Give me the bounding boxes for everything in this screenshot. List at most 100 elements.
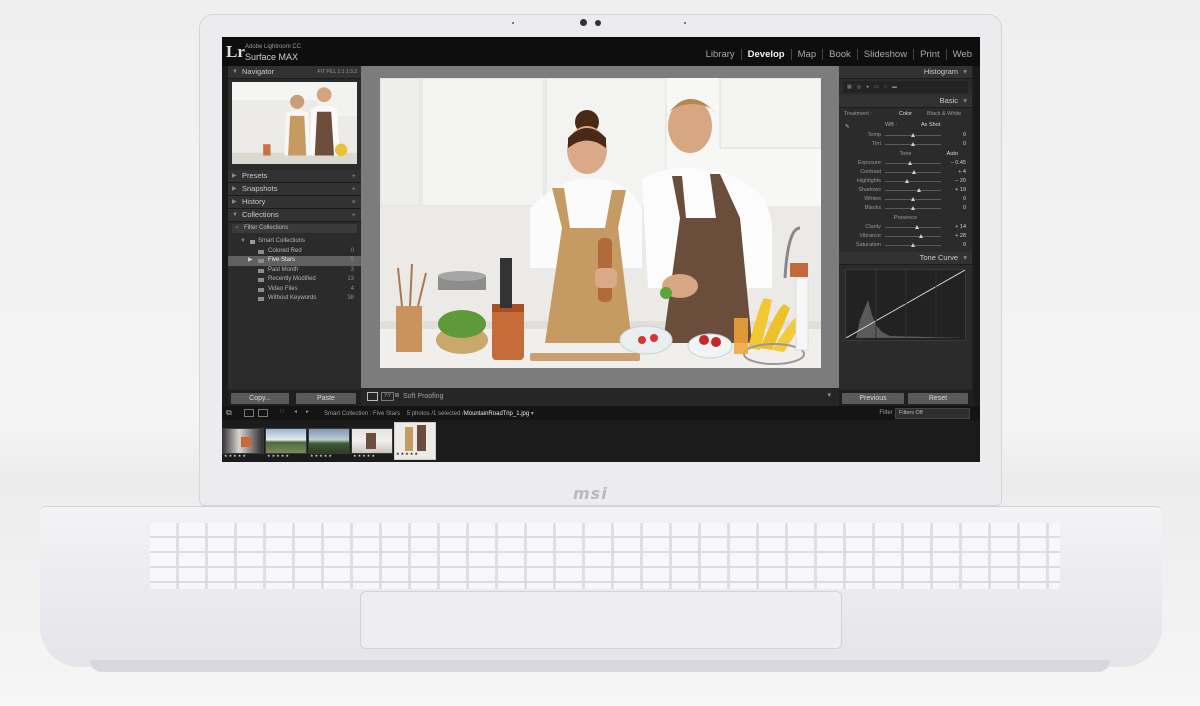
- snapshots-header[interactable]: ▶ Snapshots +: [228, 183, 361, 196]
- tone-curve-header[interactable]: Tone Curve ▾: [839, 252, 972, 265]
- module-library[interactable]: Library: [700, 49, 742, 60]
- slider-handle[interactable]: [908, 161, 913, 165]
- slider-handle[interactable]: [905, 179, 910, 183]
- graduated-filter-icon[interactable]: ▭: [874, 84, 884, 90]
- navigator-preview[interactable]: [232, 82, 357, 164]
- develop-canvas[interactable]: [361, 66, 839, 406]
- grid-view-icon[interactable]: [244, 409, 254, 417]
- collection-item[interactable]: Colored Red 0: [228, 247, 361, 257]
- slider-value[interactable]: – 0.45: [951, 159, 966, 168]
- slider-handle[interactable]: [914, 225, 919, 229]
- wb-select[interactable]: As Shot: [921, 120, 940, 131]
- module-map[interactable]: Map: [792, 49, 824, 60]
- slider-contrast[interactable]: Contrast + 4: [839, 168, 972, 177]
- treatment-bw-option[interactable]: Black & White: [927, 108, 961, 120]
- grid-icon[interactable]: ∷: [280, 408, 284, 415]
- collection-item[interactable]: Video Files 4: [228, 285, 361, 295]
- slider-highlights[interactable]: Highlights – 20: [839, 177, 972, 186]
- filter-select[interactable]: Filters Off: [895, 408, 970, 419]
- thumbnail-kitchen-dark[interactable]: [222, 428, 264, 454]
- radial-filter-icon[interactable]: ○: [884, 84, 892, 90]
- module-print[interactable]: Print: [914, 49, 947, 60]
- navigator-header[interactable]: ▼ Navigator FIT FILL 1:1 1:3.2: [228, 66, 361, 79]
- smart-collections-group[interactable]: ▼ Smart Collections: [228, 237, 361, 247]
- slider-value[interactable]: + 19: [955, 186, 966, 195]
- slider-blacks[interactable]: Blacks 0: [839, 204, 972, 213]
- toolbar-menu-icon[interactable]: ▾: [827, 391, 831, 399]
- module-slideshow[interactable]: Slideshow: [858, 49, 915, 60]
- add-collection-icon[interactable]: +: [352, 209, 356, 221]
- thumbnail-mountain[interactable]: [265, 428, 307, 454]
- main-photo[interactable]: [380, 78, 821, 368]
- tool-strip[interactable]: ▦◎●▭○▬: [843, 81, 968, 93]
- thumbnail-mountain-road[interactable]: [308, 428, 350, 454]
- slider-exposure[interactable]: Exposure – 0.45: [839, 159, 972, 168]
- slider-value[interactable]: 0: [963, 195, 966, 204]
- module-book[interactable]: Book: [823, 49, 858, 60]
- slider-value[interactable]: + 4: [958, 168, 966, 177]
- add-preset-icon[interactable]: +: [352, 170, 356, 182]
- previous-button[interactable]: Previous: [842, 393, 904, 404]
- red-eye-icon[interactable]: ●: [866, 84, 874, 90]
- collection-item[interactable]: Recently Modified 13: [228, 275, 361, 285]
- collection-path[interactable]: Smart Collection : Five Stars: [324, 411, 400, 417]
- slider-handle[interactable]: [911, 133, 915, 137]
- slider-value[interactable]: + 28: [955, 232, 966, 241]
- loupe-icon[interactable]: [258, 409, 268, 417]
- crop-icon[interactable]: ▦: [847, 84, 857, 90]
- slider-handle[interactable]: [911, 206, 915, 210]
- back-arrow-icon[interactable]: ◂: [294, 408, 297, 415]
- dropdown-arrow-icon[interactable]: ▾: [531, 411, 534, 417]
- slider-temp[interactable]: Temp 0: [839, 131, 972, 140]
- copy-settings-button[interactable]: Copy...: [231, 393, 289, 404]
- spot-removal-icon[interactable]: ◎: [857, 84, 866, 90]
- collection-item[interactable]: Past Month 3: [228, 266, 361, 276]
- collections-header[interactable]: ▼ Collections +: [228, 209, 361, 222]
- slider-handle[interactable]: [918, 234, 923, 238]
- before-after-icon[interactable]: YY: [381, 392, 394, 401]
- clear-history-icon[interactable]: ×: [352, 196, 356, 208]
- soft-proofing-checkbox[interactable]: [395, 393, 399, 397]
- thumbnail-kitchen-light[interactable]: [351, 428, 393, 454]
- adjustment-brush-icon[interactable]: ▬: [892, 84, 902, 90]
- slider-handle[interactable]: [911, 243, 915, 247]
- history-header[interactable]: ▶ History ×: [228, 196, 361, 209]
- navigator-zoom-options[interactable]: FIT FILL 1:1 1:3.2: [318, 66, 357, 78]
- slider-tint[interactable]: Tint 0: [839, 140, 972, 149]
- basic-header[interactable]: Basic ▾: [839, 95, 972, 108]
- slider-vibrance[interactable]: Vibrance + 28: [839, 232, 972, 241]
- slider-shadows[interactable]: Shadows + 19: [839, 186, 972, 195]
- slider-value[interactable]: 0: [963, 241, 966, 250]
- tone-curve-graph[interactable]: [845, 269, 966, 341]
- slider-handle[interactable]: [912, 170, 917, 174]
- add-snapshot-icon[interactable]: +: [352, 183, 356, 195]
- right-panel-toggle[interactable]: [974, 66, 980, 406]
- slider-clarity[interactable]: Clarity + 14: [839, 223, 972, 232]
- filter-collections-field[interactable]: ▪ Filter Collections: [232, 224, 357, 233]
- loupe-view-icon[interactable]: [367, 392, 378, 401]
- slider-handle[interactable]: [916, 188, 921, 192]
- module-web[interactable]: Web: [947, 49, 978, 60]
- collection-item[interactable]: Without Keywords 38: [228, 294, 361, 304]
- slider-handle[interactable]: [911, 142, 915, 146]
- auto-tone-button[interactable]: Auto: [947, 149, 958, 159]
- reset-button[interactable]: Reset: [908, 393, 968, 404]
- slider-value[interactable]: 0: [963, 204, 966, 213]
- slider-value[interactable]: 0: [963, 140, 966, 149]
- module-develop[interactable]: Develop: [742, 49, 792, 60]
- slider-track[interactable]: [885, 181, 941, 182]
- secondary-display-icon[interactable]: ⧉: [226, 408, 232, 418]
- slider-track[interactable]: [885, 190, 941, 191]
- slider-value[interactable]: – 20: [955, 177, 966, 186]
- slider-handle[interactable]: [911, 197, 915, 201]
- histogram-header[interactable]: Histogram ▾: [839, 66, 972, 79]
- treatment-color-option[interactable]: Color: [899, 108, 912, 120]
- slider-track[interactable]: [885, 227, 941, 228]
- presets-header[interactable]: ▶ Presets +: [228, 170, 361, 183]
- collection-item[interactable]: ▶ Five Stars 5: [228, 256, 361, 266]
- forward-arrow-icon[interactable]: ▸: [306, 408, 309, 415]
- slider-value[interactable]: + 14: [955, 223, 966, 232]
- paste-settings-button[interactable]: Paste: [296, 393, 356, 404]
- slider-value[interactable]: 0: [963, 131, 966, 140]
- slider-track[interactable]: [885, 236, 941, 237]
